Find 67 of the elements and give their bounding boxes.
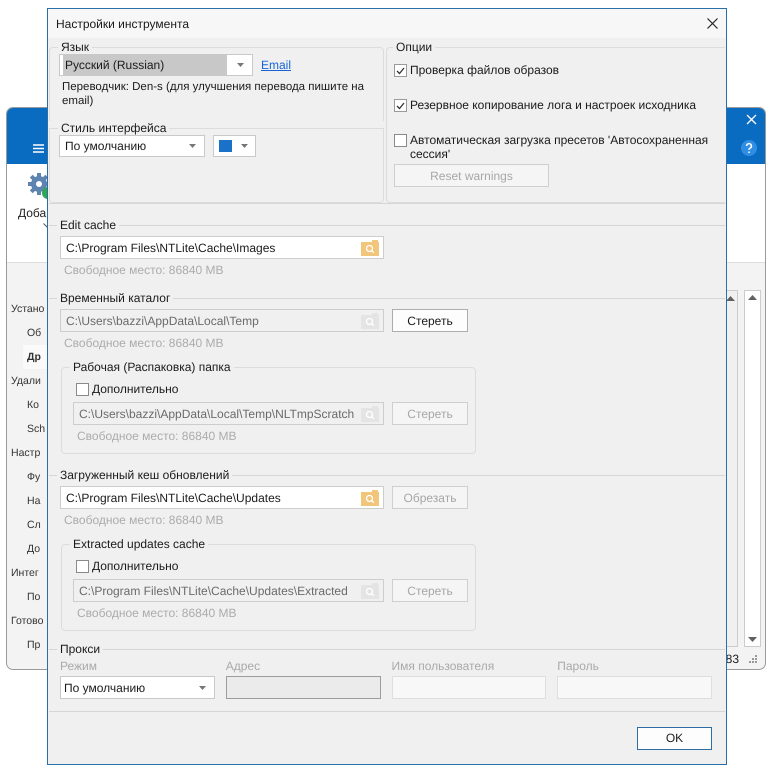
free-space-label: Свободное место: 86840 MB [64, 263, 225, 277]
group-label: Опции [395, 40, 434, 54]
caret-icon [237, 63, 244, 67]
section-label: Временный каталог [59, 291, 172, 305]
resize-grip-icon[interactable] [749, 655, 757, 663]
clear-button[interactable]: Стереть [392, 309, 468, 332]
checkbox[interactable] [394, 99, 407, 112]
section-label: Edit cache [59, 218, 118, 232]
sidebar-item[interactable]: Др [23, 345, 47, 369]
group-label: Язык [60, 40, 90, 54]
toolbar-label[interactable]: Доба [18, 206, 46, 220]
group-label: Рабочая (Распаковка) папка [72, 360, 232, 374]
caret-icon [241, 144, 248, 148]
free-space-label: Свободное место: 86840 MB [77, 606, 238, 620]
sidebar-item[interactable]: Сл [7, 513, 47, 537]
sidebar-item[interactable]: По [7, 585, 47, 609]
field-label: Режим [60, 659, 98, 673]
caret-icon [198, 686, 206, 690]
free-space-label: Свободное место: 86840 MB [77, 429, 238, 443]
sidebar-item[interactable]: Пр [7, 633, 47, 657]
group-label: Extracted updates cache [72, 537, 206, 551]
path-field[interactable]: C:\Program Files\NTLite\Cache\Images [60, 236, 384, 259]
input-field[interactable] [226, 676, 380, 699]
sidebar-item[interactable]: Настр [7, 441, 47, 465]
style-dropdown[interactable]: По умолчанию [59, 135, 205, 157]
checkbox-label[interactable]: Автоматическая загрузка пресетов 'Автосохраненная сессия' [410, 133, 717, 161]
scrollbar[interactable] [744, 290, 761, 647]
field-label: Пароль [557, 659, 600, 673]
checkbox-label[interactable]: Проверка файлов образов [410, 63, 560, 77]
checkbox[interactable] [76, 560, 89, 573]
scroll-down-icon[interactable] [748, 637, 757, 642]
scroll-up-icon[interactable] [748, 295, 757, 300]
sidebar-item[interactable]: До [7, 537, 47, 561]
field-label: Адрес [226, 659, 262, 673]
window-title: Настройки инструмента [56, 16, 189, 30]
group-label: Стиль интерфейса [60, 121, 168, 135]
translator-note: Переводчик: Den-s (для улучшения перевода пишите на email) [62, 80, 366, 108]
section-label: Загруженный кеш обновлений [59, 468, 230, 482]
free-space-label: Свободное место: 86840 MB [64, 336, 225, 350]
sidebar-item[interactable]: Удали [7, 369, 47, 393]
checkbox[interactable] [394, 134, 407, 147]
sidebar-item[interactable]: Об [7, 321, 47, 345]
caret-icon [189, 144, 196, 148]
menu-icon[interactable] [33, 144, 44, 152]
section-label: Прокси [59, 642, 102, 656]
language-dropdown[interactable]: Русский (Russian) [59, 54, 253, 76]
sidebar-item[interactable]: Готово [7, 609, 47, 633]
help-icon[interactable] [741, 140, 757, 156]
sidebar-item[interactable]: Ко [7, 393, 47, 417]
scroll-up-icon[interactable] [726, 296, 734, 301]
email-link[interactable]: Email [261, 58, 292, 72]
sidebar-item[interactable]: На [7, 489, 47, 513]
checkbox[interactable] [76, 383, 89, 396]
checkbox-label[interactable]: Резервное копирование лога и настроек исходника [410, 98, 696, 112]
free-space-label: Свободное место: 86840 MB [64, 513, 225, 527]
color-picker[interactable] [213, 135, 256, 157]
sidebar-item[interactable]: Sch [7, 417, 47, 441]
field-label: Имя пользователя [392, 659, 496, 673]
sidebar-item[interactable]: Интег [7, 561, 47, 585]
sidebar-item[interactable]: Фу [7, 465, 47, 489]
checkbox[interactable] [394, 64, 407, 77]
sidebar-item[interactable]: Устано [7, 297, 47, 321]
path-field[interactable]: C:\Program Files\NTLite\Cache\Updates [60, 486, 384, 509]
checkbox-label[interactable]: Дополнительно [92, 559, 178, 573]
checkbox-label[interactable]: Дополнительно [92, 382, 178, 396]
ok-button[interactable]: OK [637, 726, 712, 750]
close-icon[interactable] [707, 18, 718, 29]
